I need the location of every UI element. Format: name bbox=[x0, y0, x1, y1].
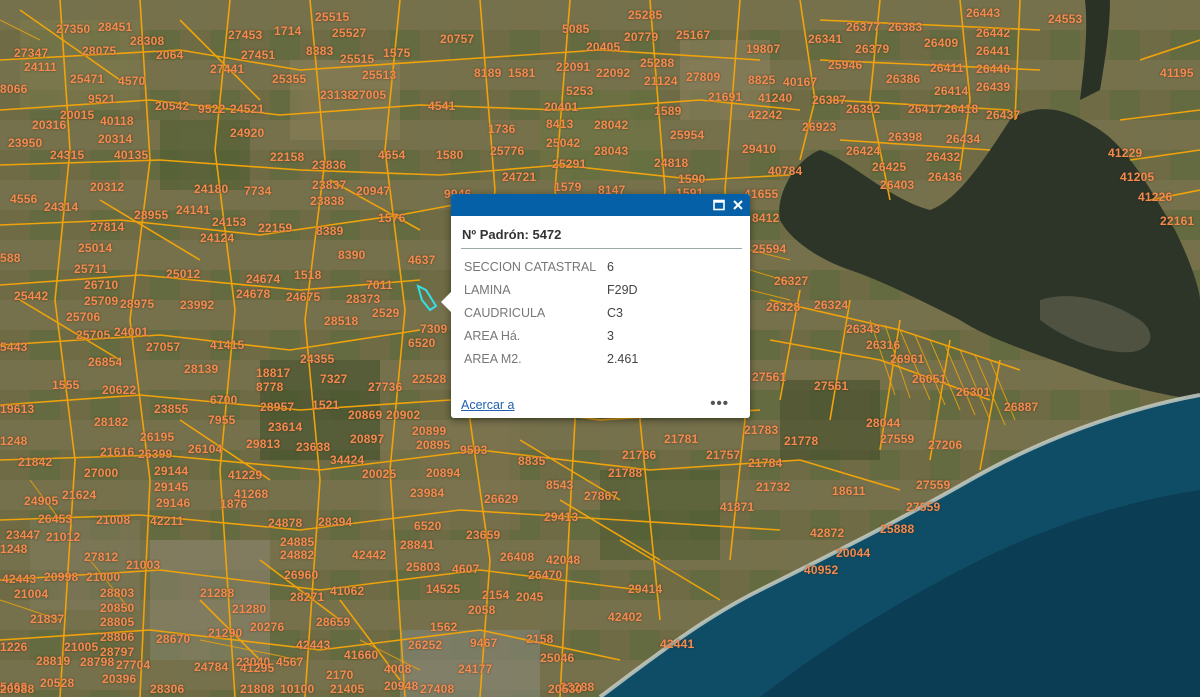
attr-label-area-m2: AREA M2. bbox=[464, 352, 522, 366]
popup-pointer bbox=[441, 292, 451, 312]
popup-title: Nº Padrón: 5472 bbox=[462, 227, 562, 242]
maximize-icon[interactable] bbox=[711, 197, 727, 213]
close-icon[interactable] bbox=[730, 197, 746, 213]
attr-label-area-ha: AREA Há. bbox=[464, 329, 521, 343]
attr-label-caudricula: CAUDRICULA bbox=[464, 306, 546, 320]
attr-label-seccion: SECCION CATASTRAL bbox=[464, 260, 597, 274]
parcel-popup: Nº Padrón: 5472 SECCION CATASTRAL 6 LAMI… bbox=[441, 194, 750, 418]
attr-value-caudricula: C3 bbox=[607, 306, 623, 320]
attr-value-area-m2: 2.461 bbox=[607, 352, 639, 366]
more-options-icon[interactable]: ••• bbox=[710, 395, 729, 412]
attr-value-lamina: F29D bbox=[607, 283, 638, 297]
popup-header bbox=[451, 194, 750, 216]
attr-value-area-ha: 3 bbox=[607, 329, 614, 343]
attr-label-lamina: LAMINA bbox=[464, 283, 511, 297]
attr-value-seccion: 6 bbox=[607, 260, 614, 274]
popup-divider bbox=[461, 248, 742, 249]
zoom-to-link[interactable]: Acercar a bbox=[461, 398, 515, 412]
